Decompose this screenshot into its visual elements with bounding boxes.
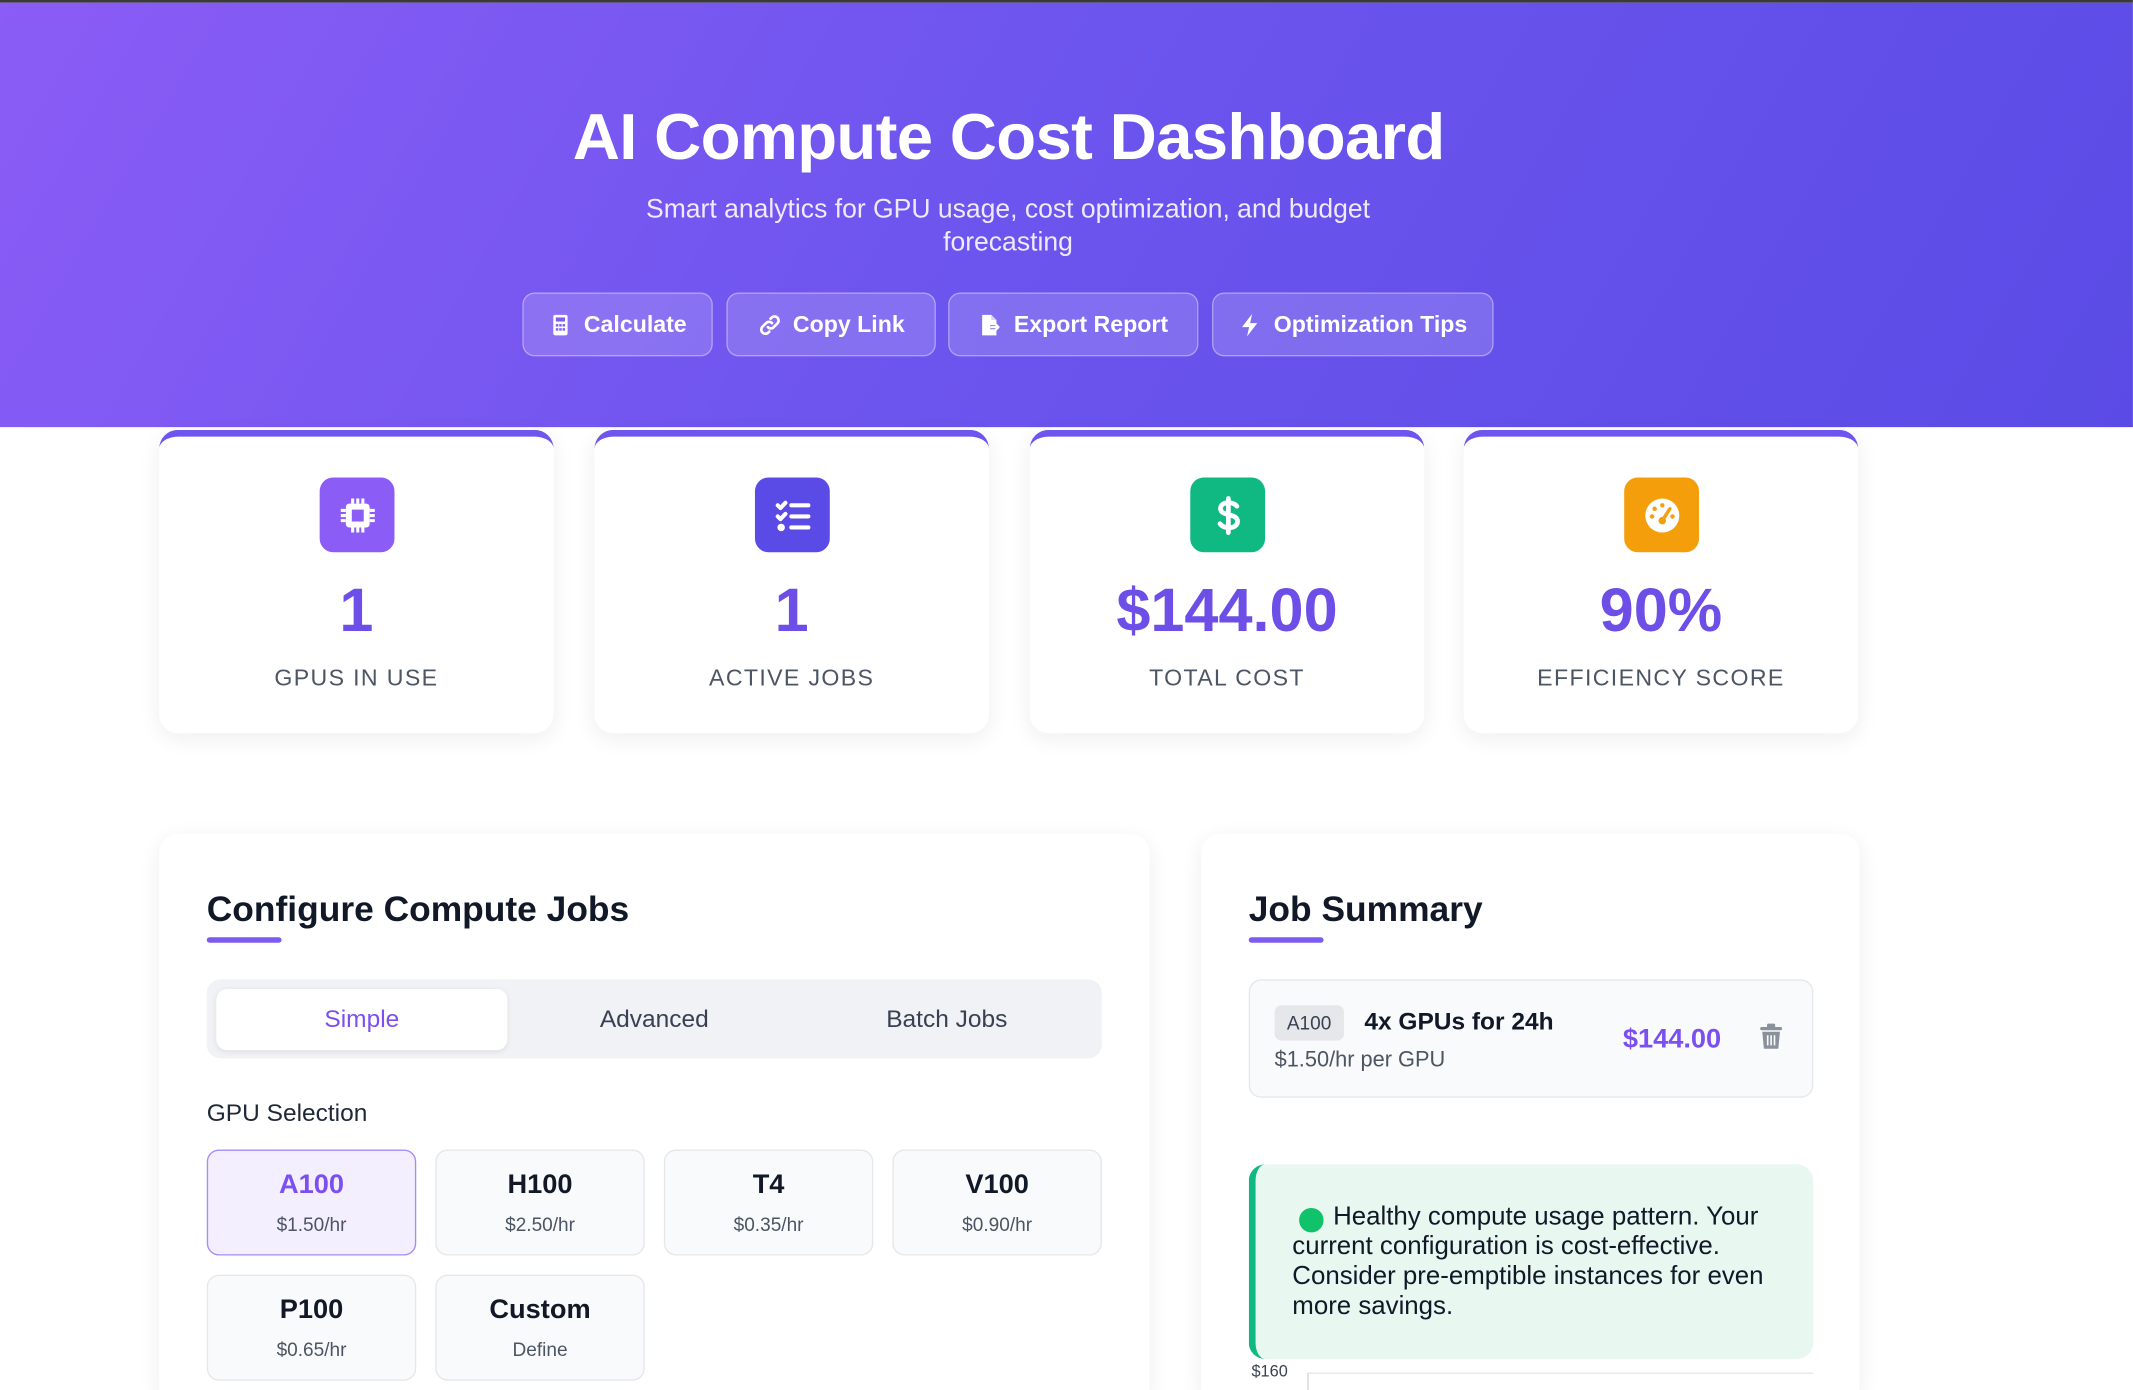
trash-icon[interactable] xyxy=(1759,1023,1783,1050)
chart-area xyxy=(1307,1372,1814,1390)
active-jobs-label: ACTIVE JOBS xyxy=(709,665,875,692)
tab-batch-jobs[interactable]: Batch Jobs xyxy=(801,989,1092,1050)
gpu-option-v100[interactable]: V100 $0.90/hr xyxy=(892,1149,1102,1256)
gpu-option-h100[interactable]: H100 $2.50/hr xyxy=(435,1149,645,1256)
gpu-name: T4 xyxy=(752,1169,785,1200)
stat-card-cost: $144.00 TOTAL COST xyxy=(1029,429,1425,734)
title-underline xyxy=(1248,937,1324,943)
stat-card-gpus: 1 GPUS IN USE xyxy=(159,429,554,734)
health-note-text: Healthy compute usage pattern. Your curr… xyxy=(1292,1202,1764,1321)
gpu-name: A100 xyxy=(278,1169,345,1200)
optimization-tips-label: Optimization Tips xyxy=(1273,310,1468,337)
hero-header: AI Compute Cost Dashboard Smart analytic… xyxy=(0,2,2133,428)
stat-card-efficiency: 90% EFFICIENCY SCORE xyxy=(1463,429,1859,734)
job-item: A100 4x GPUs for 24h $1.50/hr per GPU $1… xyxy=(1248,979,1814,1098)
gpu-name: Custom xyxy=(489,1295,591,1325)
bolt-icon xyxy=(1242,313,1258,336)
page-subtitle: Smart analytics for GPU usage, cost opti… xyxy=(646,194,1370,258)
job-cost: $144.00 xyxy=(1622,1024,1722,1055)
calculate-button[interactable]: Calculate xyxy=(522,292,713,357)
total-cost-label: TOTAL COST xyxy=(1149,665,1305,692)
copy-link-label: Copy Link xyxy=(792,310,905,337)
link-icon xyxy=(759,314,780,335)
calculate-label: Calculate xyxy=(583,310,687,337)
configure-panel: Configure Compute Jobs Simple Advanced B… xyxy=(159,833,1150,1390)
tab-simple[interactable]: Simple xyxy=(216,988,508,1051)
mode-tabs: Simple Advanced Batch Jobs xyxy=(206,979,1102,1059)
gpu-name: H100 xyxy=(507,1169,573,1200)
gpu-price: $1.50/hr xyxy=(276,1213,347,1236)
page-title: AI Compute Cost Dashboard xyxy=(572,102,1445,175)
export-report-label: Export Report xyxy=(1013,310,1169,337)
export-report-button[interactable]: Export Report xyxy=(948,292,1199,357)
chart-axis-label: $160 xyxy=(1251,1361,1288,1381)
gpu-option-t4[interactable]: T4 $0.35/hr xyxy=(663,1149,874,1256)
optimization-tips-button[interactable]: Optimization Tips xyxy=(1212,292,1494,357)
calculator-icon xyxy=(553,314,568,335)
gpu-name: P100 xyxy=(279,1295,344,1325)
job-summary-panel: Job Summary A100 4x GPUs for 24h $1.50/h… xyxy=(1201,833,1860,1390)
gpu-tag: A100 xyxy=(1274,1005,1344,1041)
chip-icon xyxy=(319,477,395,553)
title-underline xyxy=(206,937,282,943)
copy-link-button[interactable]: Copy Link xyxy=(726,292,936,357)
gpu-price: Define xyxy=(512,1338,568,1361)
job-title: 4x GPUs for 24h xyxy=(1364,1007,1554,1036)
efficiency-label: EFFICIENCY SCORE xyxy=(1537,665,1785,692)
gpu-selection-label: GPU Selection xyxy=(206,1099,368,1127)
total-cost-value: $144.00 xyxy=(1116,575,1338,645)
job-rate: $1.50/hr per GPU xyxy=(1274,1048,1446,1072)
gpus-in-use-value: 1 xyxy=(339,575,374,645)
gpu-price: $0.90/hr xyxy=(962,1213,1033,1236)
gpu-option-custom[interactable]: Custom Define xyxy=(435,1274,645,1381)
gpu-price: $0.35/hr xyxy=(733,1213,804,1236)
gpu-price: $0.65/hr xyxy=(276,1338,347,1361)
job-summary-title: Job Summary xyxy=(1248,888,1483,930)
efficiency-value: 90% xyxy=(1599,575,1723,645)
header-actions: Calculate Copy Link Export Report Optimi… xyxy=(0,292,2133,357)
export-file-icon xyxy=(982,314,1001,335)
gpu-name: V100 xyxy=(965,1169,1029,1200)
dollar-icon xyxy=(1190,477,1266,553)
configure-title: Configure Compute Jobs xyxy=(206,888,630,930)
gpu-option-p100[interactable]: P100 $0.65/hr xyxy=(206,1274,417,1381)
gauge-icon xyxy=(1624,477,1700,553)
health-note: Healthy compute usage pattern. Your curr… xyxy=(1248,1164,1814,1359)
gpu-option-a100[interactable]: A100 $1.50/hr xyxy=(206,1149,417,1256)
checklist-icon xyxy=(754,477,830,553)
gpus-in-use-label: GPUS IN USE xyxy=(274,665,439,692)
tab-advanced[interactable]: Advanced xyxy=(509,989,800,1050)
stat-card-jobs: 1 ACTIVE JOBS xyxy=(594,429,989,734)
gpu-price: $2.50/hr xyxy=(505,1213,575,1236)
active-jobs-value: 1 xyxy=(774,575,809,645)
dashboard-page: AI Compute Cost Dashboard Smart analytic… xyxy=(0,0,2133,1390)
